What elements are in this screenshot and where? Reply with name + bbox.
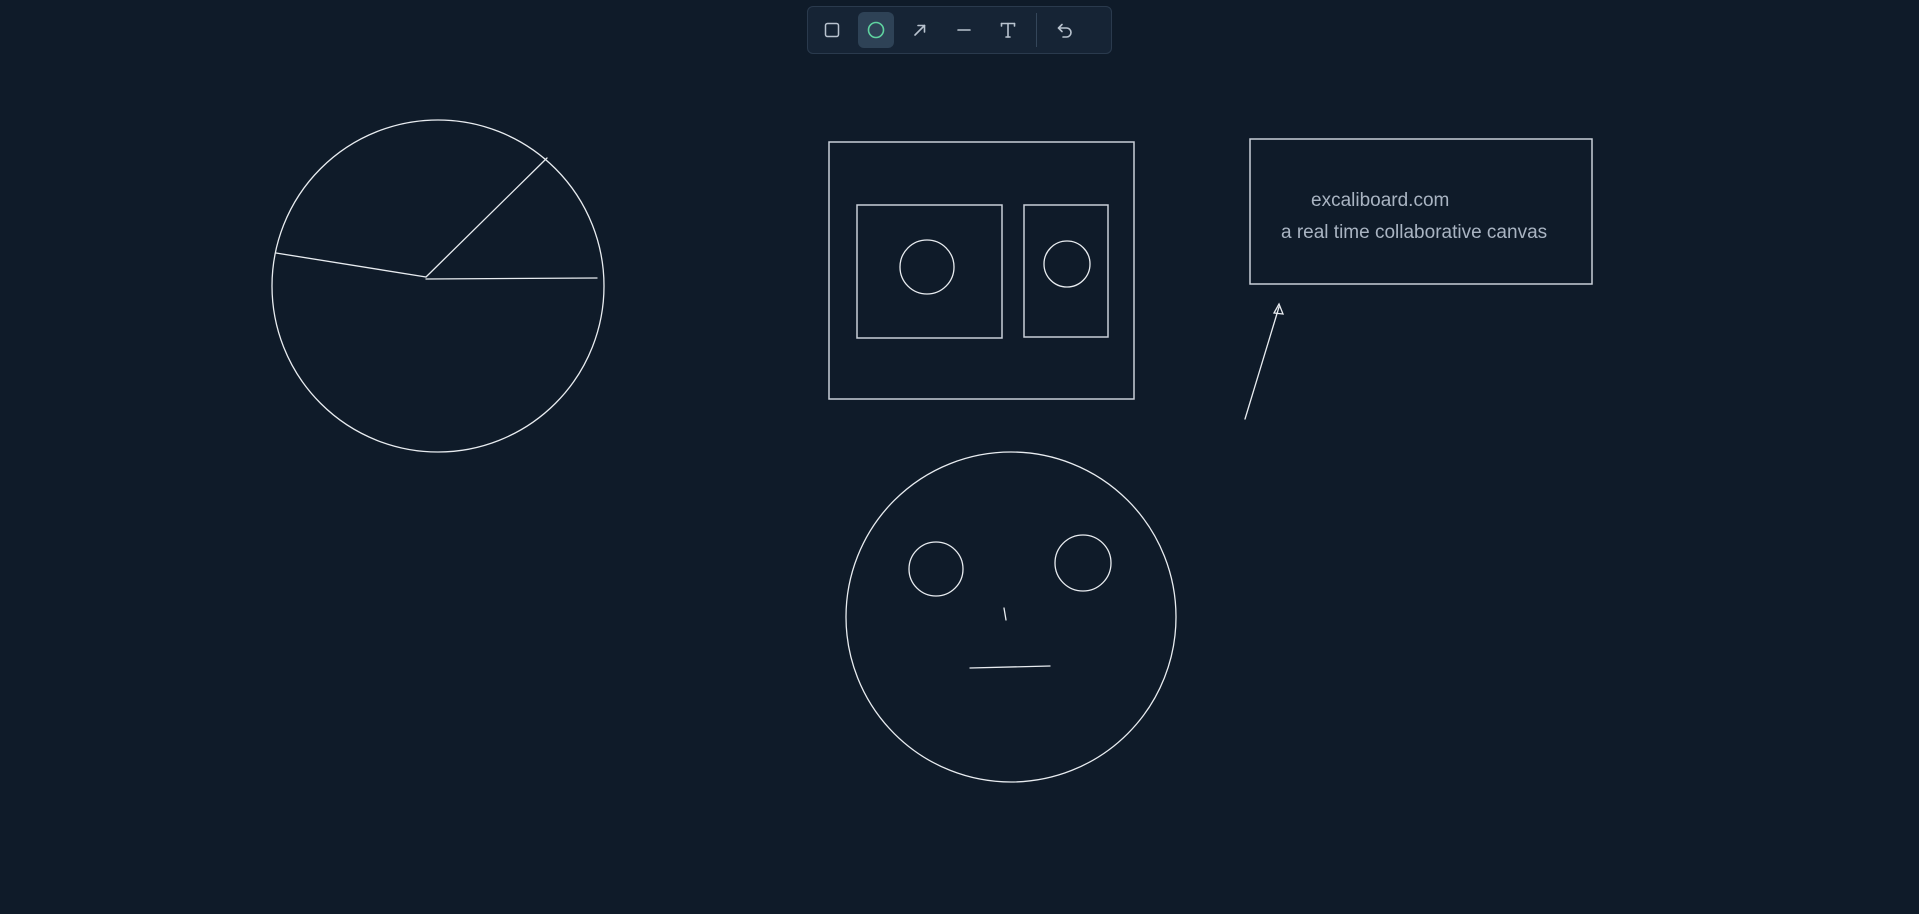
left-panel-rectangle-shape[interactable] [856, 204, 1003, 339]
undo-button[interactable] [1047, 12, 1083, 48]
toolbar-divider [1036, 13, 1037, 47]
pie-sketch[interactable] [271, 119, 605, 453]
face-sketch[interactable] [845, 451, 1177, 783]
left-panel-circle-shape[interactable] [899, 239, 955, 295]
ellipse-tool-button[interactable] [858, 12, 894, 48]
pie-slice-line[interactable] [425, 277, 598, 280]
left-eye-shape[interactable] [908, 541, 964, 597]
drawing-toolbar [807, 6, 1112, 54]
canvas-text-line-2[interactable]: a real time collaborative canvas [1281, 222, 1547, 243]
nose-line-shape[interactable] [1003, 607, 1007, 621]
face-outline-shape[interactable] [845, 451, 1177, 783]
pie-slice-line[interactable] [425, 157, 548, 278]
right-panel-circle-shape[interactable] [1043, 240, 1091, 288]
arrow-icon [914, 24, 926, 36]
line-tool-button[interactable] [946, 12, 982, 48]
arrow-tool-button[interactable] [902, 12, 938, 48]
arrow-shape[interactable] [1244, 302, 1285, 420]
text-tool-button[interactable] [990, 12, 1026, 48]
undo-icon [1057, 23, 1072, 38]
whiteboard-app: excaliboard.com a real time collaborativ… [0, 0, 1919, 914]
outer-rectangle-shape[interactable] [828, 141, 1135, 400]
right-panel-rectangle-shape[interactable] [1023, 204, 1109, 338]
pie-slice-line[interactable] [275, 252, 427, 278]
canvas-text-line-1[interactable]: excaliboard.com [1311, 190, 1449, 211]
drawing-canvas[interactable]: excaliboard.com a real time collaborativ… [0, 0, 1919, 914]
right-eye-shape[interactable] [1054, 534, 1112, 592]
square-icon [824, 22, 840, 38]
text-icon [1000, 22, 1016, 38]
mouth-line-shape[interactable] [969, 665, 1051, 669]
line-icon [957, 29, 971, 31]
text-box-rectangle-shape[interactable] [1249, 138, 1593, 285]
pie-circle-shape[interactable] [271, 119, 605, 453]
circle-icon [867, 21, 885, 39]
window-wireframe-sketch[interactable] [828, 141, 1135, 400]
rectangle-tool-button[interactable] [814, 12, 850, 48]
